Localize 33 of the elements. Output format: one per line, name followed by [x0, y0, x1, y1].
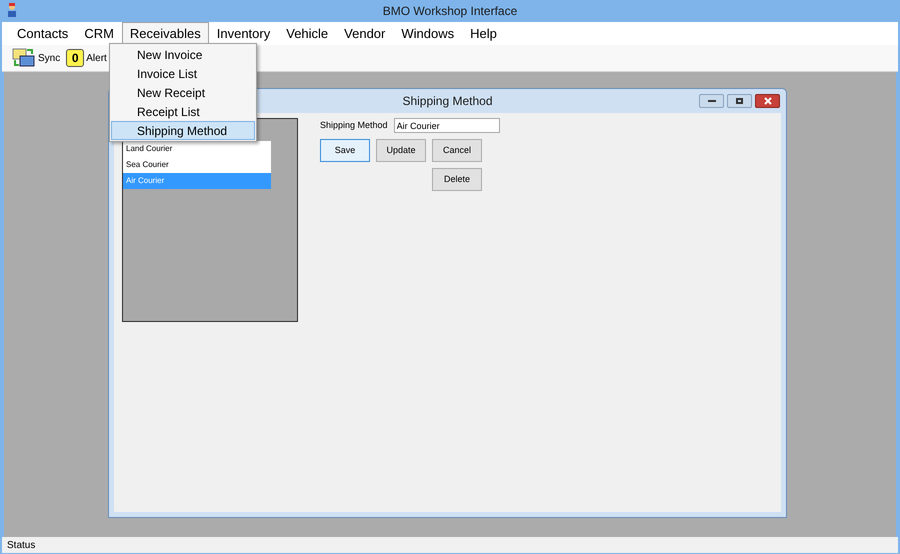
status-text: Status	[7, 538, 36, 552]
menu-item[interactable]: Receipt List	[111, 102, 255, 121]
list-item[interactable]: Sea Courier	[123, 157, 271, 173]
close-button[interactable]	[755, 94, 780, 108]
action-button[interactable]: Delete	[432, 168, 482, 191]
window-title: BMO Workshop Interface	[382, 3, 518, 20]
menu-item[interactable]: Receivables	[122, 22, 209, 45]
menu-item[interactable]: Vehicle	[278, 22, 336, 45]
menu-item[interactable]: New Invoice	[111, 45, 255, 64]
minimize-button[interactable]	[699, 94, 724, 108]
menu-item[interactable]: New Receipt	[111, 83, 255, 102]
menu-item[interactable]: Vendor	[336, 22, 394, 45]
menu-item[interactable]: Shipping Method	[111, 121, 255, 140]
mechanic-icon	[6, 3, 18, 18]
toolbar-label[interactable]: Alert	[86, 50, 107, 66]
close-icon	[764, 97, 772, 105]
menu-item[interactable]: CRM	[76, 22, 122, 45]
menu-item[interactable]: Invoice List	[111, 64, 255, 83]
menu-item[interactable]: Help	[462, 22, 505, 45]
input-field[interactable]: Air Courier	[394, 118, 500, 133]
maximize-button[interactable]	[727, 94, 752, 108]
window-title: Shipping Method	[402, 93, 493, 110]
menu-item[interactable]: Inventory	[208, 22, 278, 45]
action-button[interactable]: Save	[320, 139, 370, 162]
sync-icon[interactable]	[12, 47, 36, 69]
menu-item[interactable]: Contacts	[9, 22, 76, 45]
action-button[interactable]: Cancel	[432, 139, 482, 162]
alert-badge[interactable]: 0	[66, 49, 84, 67]
list-item[interactable]: Land Courier	[123, 141, 271, 157]
menu-item[interactable]: Windows	[393, 22, 462, 45]
toolbar-label[interactable]: Sync	[38, 50, 60, 66]
action-button[interactable]: Update	[376, 139, 426, 162]
field-label: Shipping Method	[320, 118, 388, 132]
